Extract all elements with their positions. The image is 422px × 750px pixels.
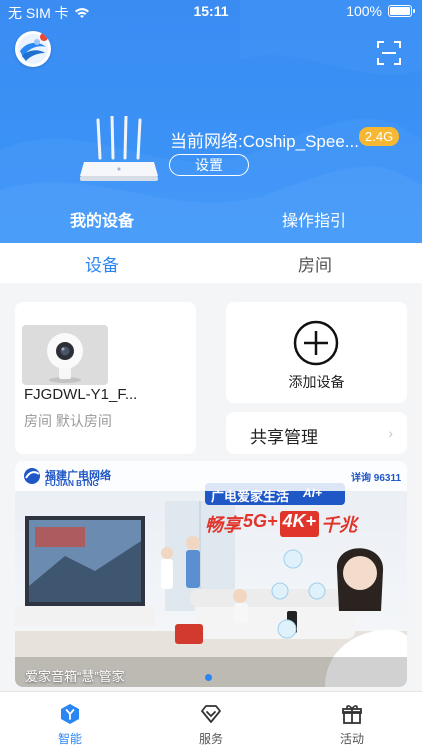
camera-icon — [47, 333, 83, 383]
add-device-label: 添加设备 — [288, 374, 345, 390]
device-name: FJGDWL-Y1_F... — [24, 386, 138, 403]
banner-brand-en: FUJIAN BTNG — [45, 479, 99, 488]
router-icon — [80, 116, 158, 181]
tab-operation-guide[interactable]: 操作指引 — [282, 207, 346, 231]
bottom-navigation: 智能 服务 活动 — [0, 691, 422, 750]
wave-background — [0, 0, 422, 243]
nav-service[interactable]: 服务 — [181, 702, 241, 747]
app-logo-avatar[interactable] — [15, 31, 51, 67]
nav-activity-label: 活动 — [339, 732, 364, 746]
banner-slogan: 畅享 5G+ 4K+ 千兆 — [205, 511, 357, 537]
chevron-right-icon: › — [388, 425, 393, 441]
battery-icon — [388, 5, 415, 17]
device-thumbnail — [22, 325, 108, 385]
gift-icon — [342, 705, 362, 724]
tab-devices[interactable]: 设备 — [85, 251, 119, 276]
slogan-5g: 5G+ — [243, 511, 278, 531]
plus-circle-icon — [293, 320, 339, 366]
slogan-prefix: 畅享 — [205, 515, 241, 535]
slogan-4k: 4K+ — [279, 511, 320, 537]
smart-home-icon — [61, 704, 79, 724]
banner-hotline: 详询 96311 — [351, 473, 402, 484]
nav-service-label: 服务 — [198, 732, 223, 746]
share-management-button[interactable]: 共享管理 › — [226, 412, 407, 454]
banner-ai-tag: AI+ — [303, 486, 323, 500]
status-bar: 无 SIM 卡 15:11 100% — [0, 0, 422, 22]
promo-banner[interactable]: 福建广电网络 FUJIAN BTNG 详询 96311 广电爱家生活 AI+ 畅… — [15, 461, 407, 687]
tab-my-devices[interactable]: 我的设备 — [70, 207, 134, 231]
nav-smart[interactable]: 智能 — [40, 702, 100, 747]
sub-tab-bar: 设备 房间 — [0, 243, 422, 283]
banner-caption: 爱家音箱“慧”管家 — [25, 669, 125, 684]
network-settings-button[interactable]: 设置 — [169, 154, 249, 176]
scan-icon[interactable] — [376, 40, 402, 66]
battery-percent: 100% — [346, 3, 382, 19]
add-device-button[interactable]: 添加设备 — [226, 302, 407, 403]
nav-smart-label: 智能 — [57, 732, 82, 746]
band-badge: 2.4G — [359, 127, 400, 146]
diamond-icon — [201, 705, 221, 723]
device-card[interactable]: FJGDWL-Y1_F... 房间 默认房间 — [15, 302, 196, 454]
nav-activity[interactable]: 活动 — [322, 702, 382, 747]
device-room: 房间 默认房间 — [24, 413, 112, 429]
carousel-indicator[interactable] — [205, 674, 212, 681]
notification-dot — [40, 33, 48, 41]
current-network-label: 当前网络:Coship_Spee... — [170, 132, 359, 151]
slogan-suffix: 千兆 — [321, 515, 358, 535]
tab-rooms[interactable]: 房间 — [298, 251, 332, 276]
header-hero: 无 SIM 卡 15:11 100% 当前网络:Coship_Spee... 2… — [0, 0, 422, 243]
banner-headline: 广电爱家生活 — [211, 489, 290, 504]
share-management-label: 共享管理 — [250, 428, 318, 447]
